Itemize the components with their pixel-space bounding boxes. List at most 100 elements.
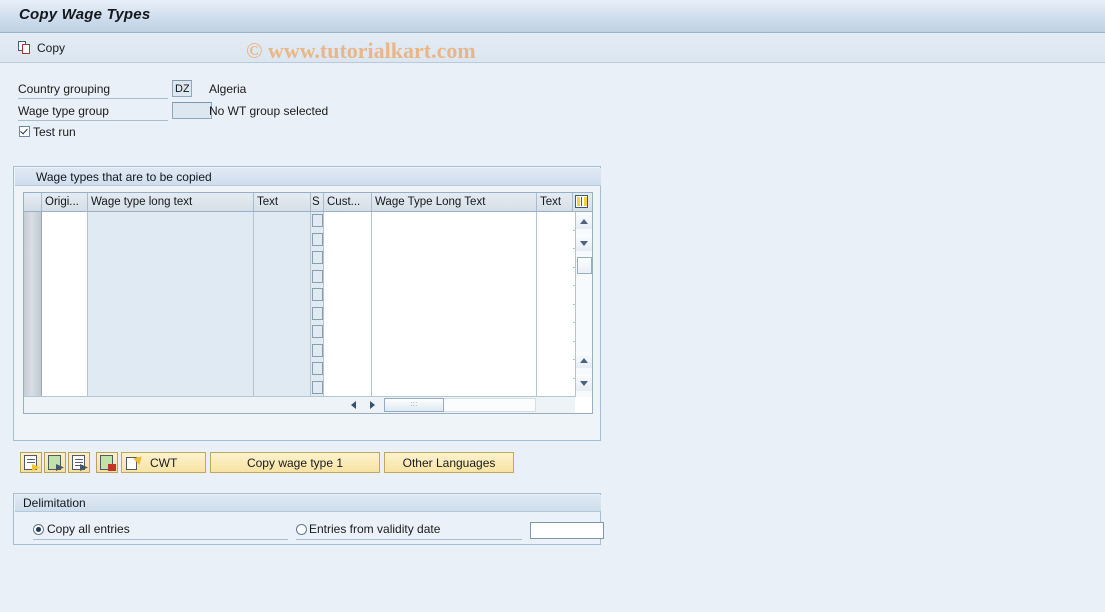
cell-origin[interactable] [42,230,88,249]
row-checkbox[interactable] [312,380,323,394]
cell-text-2[interactable] [537,360,573,379]
cell-customer[interactable] [324,212,372,231]
grid-header-origin[interactable]: Origi... [42,193,88,211]
table-row[interactable] [24,341,575,360]
cell-text[interactable] [254,267,311,286]
cell-wage-type-long-text[interactable] [88,323,254,342]
table-row[interactable] [24,304,575,323]
cell-customer[interactable] [324,341,372,360]
cell-customer[interactable] [324,378,372,397]
grid-header-text-2[interactable]: Text [537,193,573,211]
table-row[interactable] [24,267,575,286]
cell-origin[interactable] [42,341,88,360]
cell-text[interactable] [254,249,311,268]
row-select-handle[interactable] [24,341,42,360]
cell-origin[interactable] [42,323,88,342]
cell-origin[interactable] [42,286,88,305]
row-checkbox[interactable] [312,362,323,375]
row-select-handle[interactable] [24,249,42,268]
row-checkbox[interactable] [312,306,323,320]
cell-s[interactable] [311,360,324,379]
cell-customer[interactable] [324,249,372,268]
cell-text[interactable] [254,286,311,305]
scroll-page-down-icon[interactable] [576,375,592,391]
cell-wage-type-long-text[interactable] [88,286,254,305]
cell-s[interactable] [311,212,324,231]
row-select-handle[interactable] [24,267,42,286]
row-select-handle[interactable] [24,212,42,231]
cell-s[interactable] [311,286,324,305]
test-run-checkbox[interactable] [19,126,30,137]
cell-wage-type-long-text[interactable] [88,341,254,360]
scroll-right-icon[interactable] [364,397,380,413]
cell-text-2[interactable] [537,323,573,342]
row-select-handle[interactable] [24,378,42,397]
cell-text[interactable] [254,304,311,323]
cell-s[interactable] [311,267,324,286]
cell-text-2[interactable] [537,304,573,323]
cell-wage-type-long-text[interactable] [88,360,254,379]
table-settings-icon[interactable] [573,193,591,211]
table-row[interactable] [24,323,575,342]
entries-from-validity-date-radio[interactable] [296,524,307,535]
cell-text-2[interactable] [537,286,573,305]
grid-header-select[interactable] [24,193,42,211]
row-checkbox[interactable] [312,343,323,357]
cell-text[interactable] [254,341,311,360]
cell-wage-type-long-text-2[interactable] [372,230,537,249]
cell-s[interactable] [311,249,324,268]
cell-customer[interactable] [324,323,372,342]
copy-wage-type-button[interactable]: Copy wage type 1 [210,452,380,473]
copy-button[interactable]: Copy [14,37,69,58]
cell-s[interactable] [311,323,324,342]
table-row[interactable] [24,249,575,268]
row-select-handle[interactable] [24,323,42,342]
cell-wage-type-long-text-2[interactable] [372,341,537,360]
cell-origin[interactable] [42,267,88,286]
horizontal-scroll-thumb[interactable]: ::: [384,398,444,412]
cell-wage-type-long-text[interactable] [88,249,254,268]
cell-wage-type-long-text[interactable] [88,304,254,323]
cell-text-2[interactable] [537,212,573,231]
cell-origin[interactable] [42,212,88,231]
copy-entry-button[interactable] [44,452,66,473]
grid-horizontal-scrollbar[interactable]: ::: [24,396,575,413]
row-checkbox[interactable] [312,232,323,246]
cell-wage-type-long-text-2[interactable] [372,212,537,231]
table-row[interactable] [24,286,575,305]
cell-text-2[interactable] [537,249,573,268]
cell-s[interactable] [311,378,324,397]
row-checkbox[interactable] [312,251,323,264]
cell-wage-type-long-text-2[interactable] [372,323,537,342]
table-row[interactable] [24,378,575,397]
cell-wage-type-long-text-2[interactable] [372,286,537,305]
delete-entry-button[interactable] [96,452,118,473]
grid-header-customer[interactable]: Cust... [324,193,372,211]
country-grouping-input[interactable] [172,80,192,97]
grid-vertical-scrollbar[interactable] [575,212,592,397]
table-row[interactable] [24,360,575,379]
cell-wage-type-long-text-2[interactable] [372,267,537,286]
copy-all-entries-radio[interactable] [33,524,44,535]
row-select-handle[interactable] [24,230,42,249]
row-checkbox[interactable] [312,288,323,301]
cell-origin[interactable] [42,304,88,323]
cell-text[interactable] [254,378,311,397]
cell-wage-type-long-text[interactable] [88,230,254,249]
cell-text[interactable] [254,212,311,231]
validity-date-input[interactable] [530,522,604,539]
row-select-handle[interactable] [24,360,42,379]
table-row[interactable] [24,212,575,231]
cell-wage-type-long-text-2[interactable] [372,249,537,268]
cell-customer[interactable] [324,286,372,305]
cell-customer[interactable] [324,360,372,379]
cell-wage-type-long-text-2[interactable] [372,360,537,379]
other-languages-button[interactable]: Other Languages [384,452,514,473]
cell-text-2[interactable] [537,267,573,286]
row-checkbox[interactable] [312,214,323,227]
cwt-button[interactable]: CWT [121,452,206,473]
cell-origin[interactable] [42,378,88,397]
cell-s[interactable] [311,304,324,323]
grid-header-text[interactable]: Text [254,193,311,211]
cell-text[interactable] [254,360,311,379]
